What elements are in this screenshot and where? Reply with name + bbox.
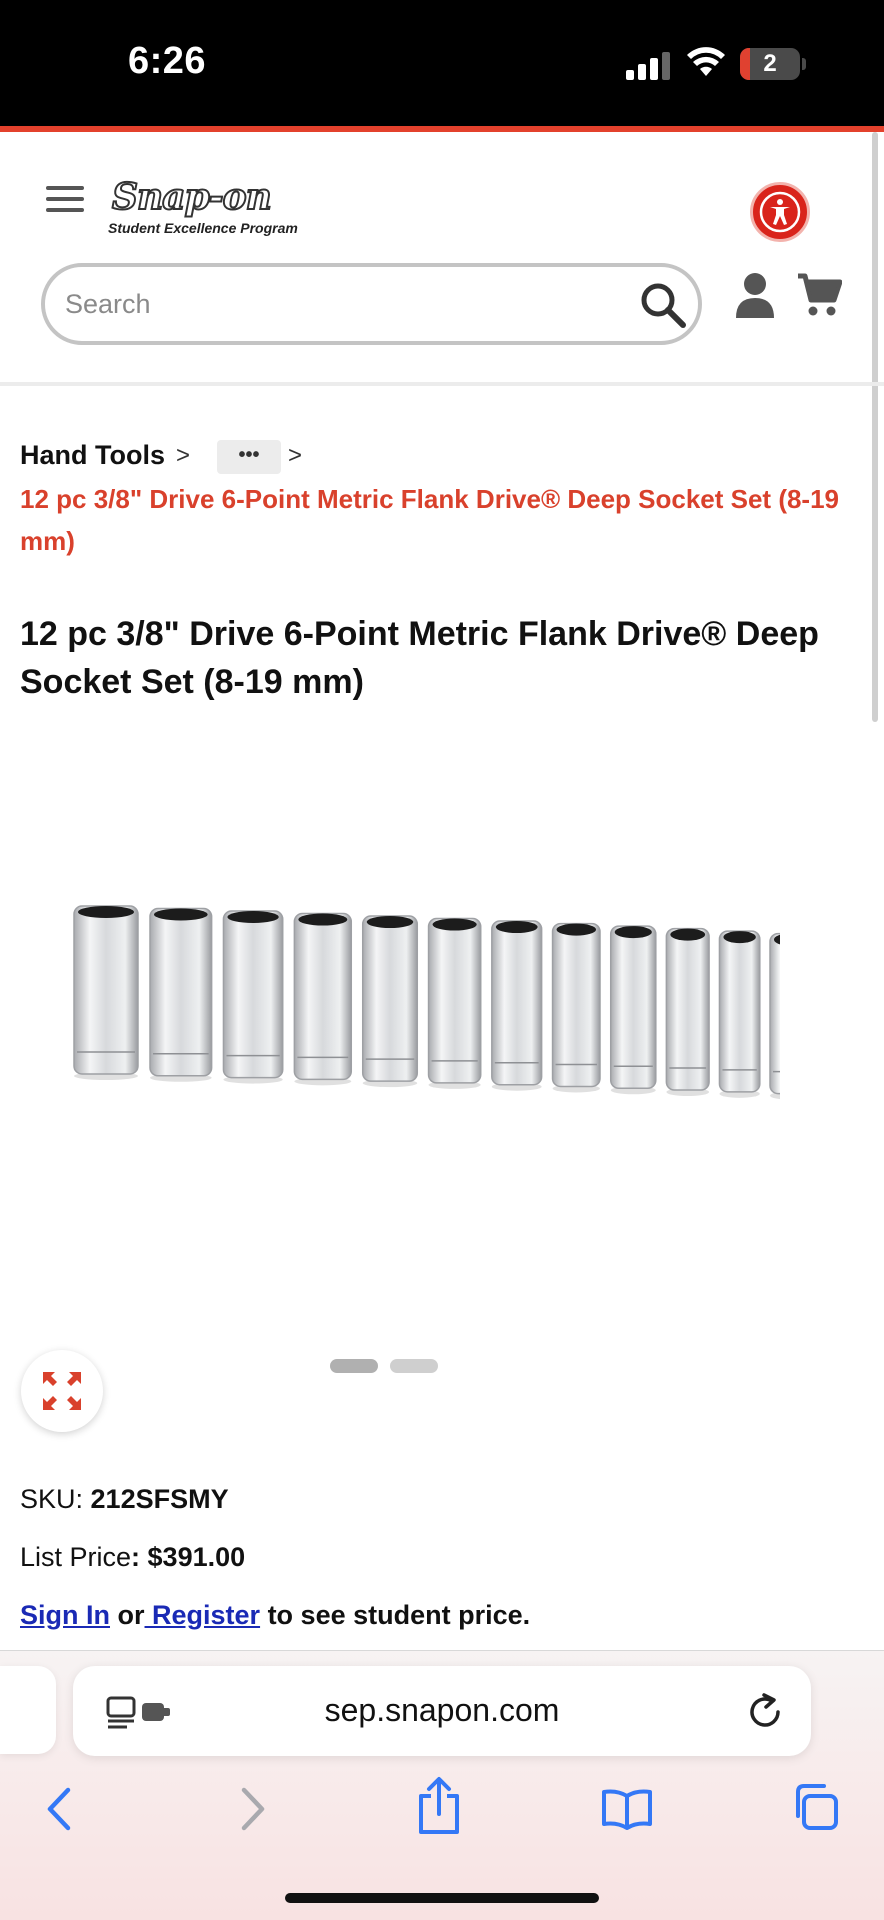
price-note: to see student price. xyxy=(260,1600,531,1630)
share-icon[interactable] xyxy=(414,1776,464,1836)
snapon-logo[interactable]: Snap-on Student Excellence Program xyxy=(108,174,298,240)
search-bar[interactable] xyxy=(41,263,702,345)
search-icon[interactable] xyxy=(639,281,687,329)
menu-icon[interactable] xyxy=(46,186,84,212)
battery-level: 2 xyxy=(763,50,777,77)
logo-subtitle: Student Excellence Program xyxy=(108,220,298,236)
breadcrumb-separator: > xyxy=(176,442,191,469)
wifi-icon xyxy=(687,47,725,76)
expand-image-button[interactable] xyxy=(21,1350,103,1432)
status-bar: 6:26 2 xyxy=(0,0,884,126)
expand-icon xyxy=(43,1372,81,1410)
price-label: List Price xyxy=(20,1542,132,1572)
sku-label: SKU: xyxy=(20,1484,91,1514)
carousel-dot[interactable] xyxy=(330,1359,378,1373)
socket-shape xyxy=(361,915,419,1088)
price-value: : $391.00 xyxy=(131,1542,246,1572)
accessibility-icon xyxy=(759,191,801,233)
socket-shape xyxy=(609,925,657,1095)
socket-shape xyxy=(769,932,780,1100)
battery-tip xyxy=(802,58,806,70)
back-icon[interactable] xyxy=(40,1784,80,1834)
tabs-icon[interactable] xyxy=(790,1782,840,1832)
page-scrollbar[interactable] xyxy=(872,132,878,722)
cellular-signal-icon xyxy=(626,52,670,80)
socket-shape xyxy=(551,922,601,1093)
socket-shape xyxy=(665,927,710,1097)
sku-value: 212SFSMY xyxy=(90,1484,229,1514)
header-divider xyxy=(0,382,884,386)
product-image[interactable] xyxy=(60,890,780,1100)
url-text: sep.snapon.com xyxy=(324,1692,560,1728)
socket-shape xyxy=(718,930,761,1098)
breadcrumb-more-button[interactable]: ••• xyxy=(217,440,281,474)
account-icon[interactable] xyxy=(734,272,776,318)
socket-shape xyxy=(222,910,284,1084)
carousel-dot[interactable] xyxy=(390,1359,438,1373)
student-price-prompt: Sign In or Register to see student price… xyxy=(20,1600,530,1631)
status-time: 6:26 xyxy=(128,40,207,82)
accessibility-button[interactable] xyxy=(750,182,810,242)
reload-icon[interactable] xyxy=(745,1692,785,1732)
logo-wordmark: Snap-on xyxy=(111,175,273,219)
previous-tab-preview[interactable] xyxy=(0,1666,56,1754)
address-bar[interactable]: sep.snapon.com xyxy=(73,1666,811,1756)
socket-shape xyxy=(427,917,482,1089)
breadcrumb-hand-tools[interactable]: Hand Tools xyxy=(20,440,165,471)
battery-icon: 2 xyxy=(740,48,800,80)
socket-shape xyxy=(293,912,353,1086)
cart-icon[interactable] xyxy=(796,272,842,318)
breadcrumb-separator: > xyxy=(288,442,303,469)
sku-line: SKU: 212SFSMY xyxy=(20,1484,229,1515)
or-text: or xyxy=(110,1600,145,1630)
sign-in-link[interactable]: Sign In xyxy=(20,1600,110,1630)
bookmarks-icon[interactable] xyxy=(600,1788,654,1830)
socket-shape xyxy=(73,905,139,1080)
register-link[interactable]: Register xyxy=(145,1600,260,1630)
forward-icon[interactable] xyxy=(232,1784,272,1834)
socket-shape xyxy=(149,907,213,1082)
product-title: 12 pc 3/8" Drive 6-Point Metric Flank Dr… xyxy=(20,615,819,701)
socket-shape xyxy=(491,920,543,1091)
list-price-line: List Price: $391.00 xyxy=(20,1542,245,1573)
home-indicator[interactable] xyxy=(285,1893,599,1903)
brand-accent-bar xyxy=(0,126,884,132)
breadcrumb-current[interactable]: 12 pc 3/8" Drive 6-Point Metric Flank Dr… xyxy=(20,478,870,562)
search-input[interactable] xyxy=(65,281,585,327)
